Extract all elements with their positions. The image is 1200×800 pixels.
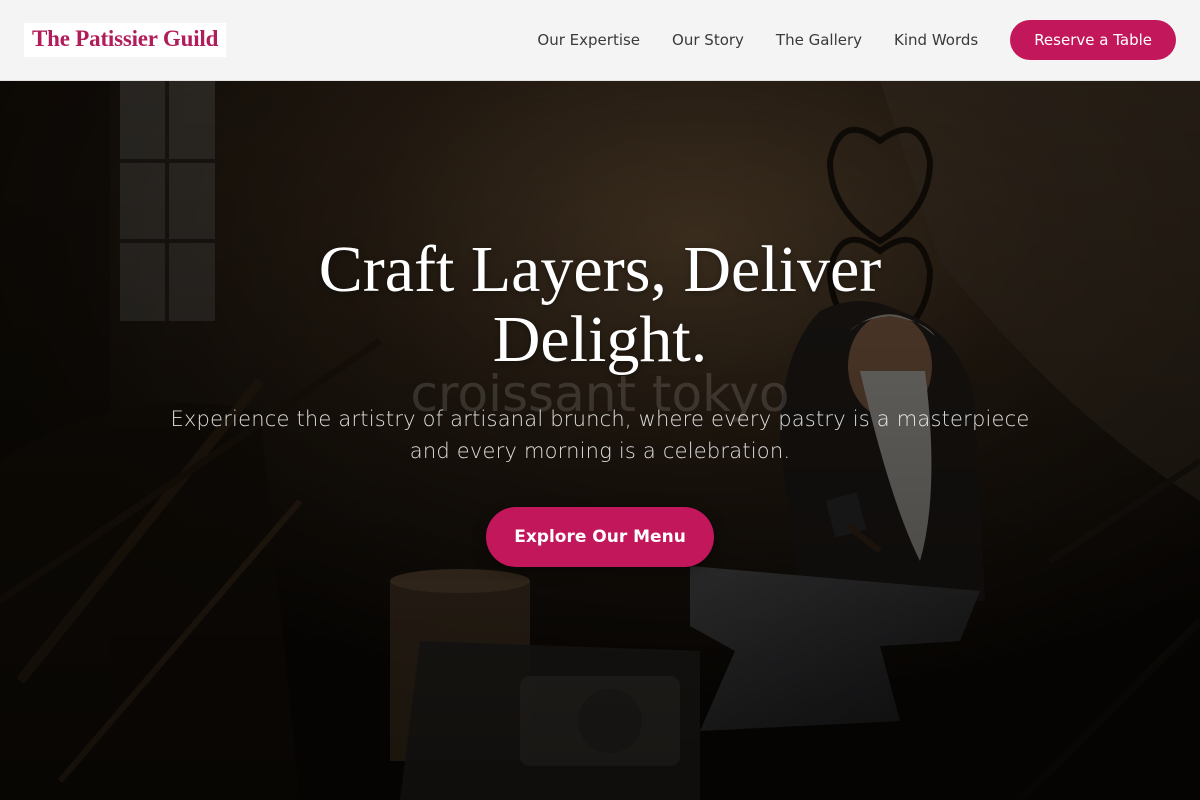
- hero-title: Craft Layers, Deliver Delight.: [318, 233, 882, 376]
- hero-subtitle: Experience the artistry of artisanal bru…: [170, 407, 1030, 463]
- nav-link-our-story[interactable]: Our Story: [672, 31, 744, 49]
- reserve-table-button[interactable]: Reserve a Table: [1010, 20, 1176, 60]
- brand-logo[interactable]: The Patissier Guild: [24, 23, 227, 57]
- site-header: The Patissier Guild Our Expertise Our St…: [0, 0, 1200, 81]
- main-nav: Our Expertise Our Story The Gallery Kind…: [537, 20, 1176, 60]
- nav-link-our-expertise[interactable]: Our Expertise: [537, 31, 640, 49]
- nav-link-kind-words[interactable]: Kind Words: [894, 31, 978, 49]
- explore-menu-button[interactable]: Explore Our Menu: [486, 507, 714, 567]
- hero-section: croissant tokyo Craft Layers, Deliver De…: [0, 81, 1200, 800]
- hero-content: Craft Layers, Deliver Delight. Experienc…: [0, 81, 1200, 800]
- nav-link-the-gallery[interactable]: The Gallery: [776, 31, 862, 49]
